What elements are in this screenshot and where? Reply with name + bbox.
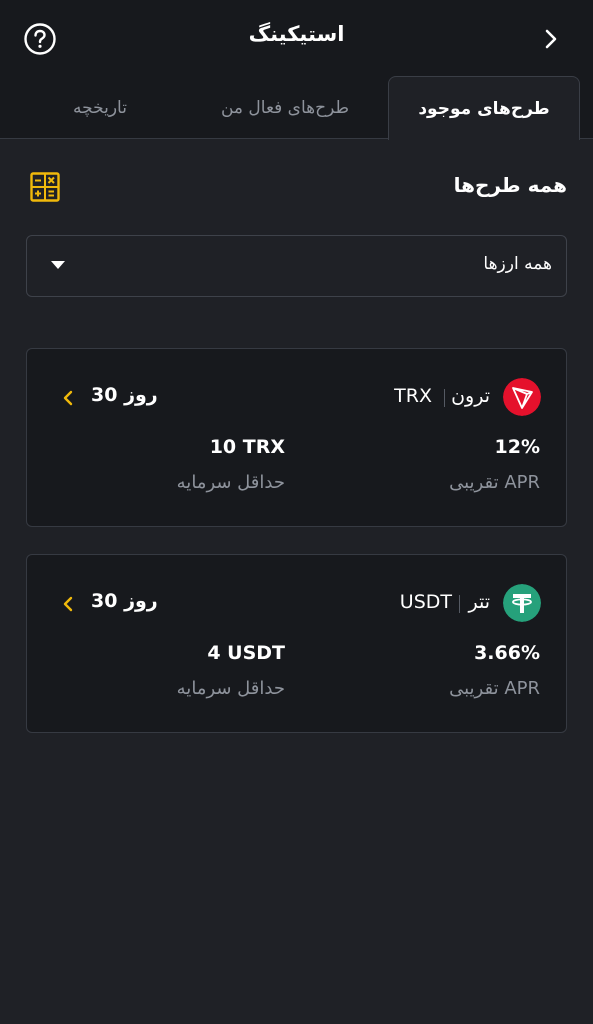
top-bar: استیکینگ (0, 0, 593, 76)
tether-logo-icon (503, 584, 541, 622)
chevron-left-icon[interactable] (61, 595, 75, 613)
plan-card-usdt[interactable]: تتر USDT 30 روز 3.66% APR تقریبی 4 USDT … (26, 554, 567, 733)
min-investment-label: حداقل سرمایه (176, 678, 285, 699)
min-investment-label: حداقل سرمایه (176, 472, 285, 493)
back-chevron-icon[interactable] (539, 26, 563, 52)
coin-name: تتر (468, 591, 490, 613)
dropdown-selected-value: همه ارزها (483, 254, 552, 274)
apr-value: 3.66% (474, 642, 540, 664)
apr-label: APR تقریبی (449, 472, 540, 493)
section-title: همه طرح‌ها (453, 173, 567, 197)
tab-available-plans[interactable]: طرح‌های موجود (388, 76, 580, 140)
coin-symbol: TRX (394, 385, 432, 407)
calculator-icon[interactable] (30, 172, 60, 202)
plan-duration: 30 روز (91, 590, 158, 612)
apr-value: 12% (494, 436, 540, 458)
tab-bar: تاریخچه طرح‌های فعال من طرح‌های موجود (0, 76, 593, 140)
name-separator (459, 595, 460, 613)
coin-name: ترون (451, 385, 490, 407)
name-separator (444, 389, 445, 407)
plan-card-trx[interactable]: ترون TRX 30 روز 12% APR تقریبی 10 TRX حد… (26, 348, 567, 527)
caret-down-icon (51, 261, 65, 269)
plan-duration: 30 روز (91, 384, 158, 406)
tab-history[interactable]: تاریخچه (30, 76, 170, 139)
min-investment-value: 10 TRX (209, 436, 285, 458)
tab-my-active-plans[interactable]: طرح‌های فعال من (190, 76, 380, 139)
page-title: استیکینگ (248, 22, 345, 46)
chevron-left-icon[interactable] (61, 389, 75, 407)
min-investment-value: 4 USDT (207, 642, 285, 664)
apr-label: APR تقریبی (449, 678, 540, 699)
tron-logo-icon (503, 378, 541, 416)
currency-filter-dropdown[interactable]: همه ارزها (26, 235, 567, 297)
coin-symbol: USDT (399, 591, 452, 613)
